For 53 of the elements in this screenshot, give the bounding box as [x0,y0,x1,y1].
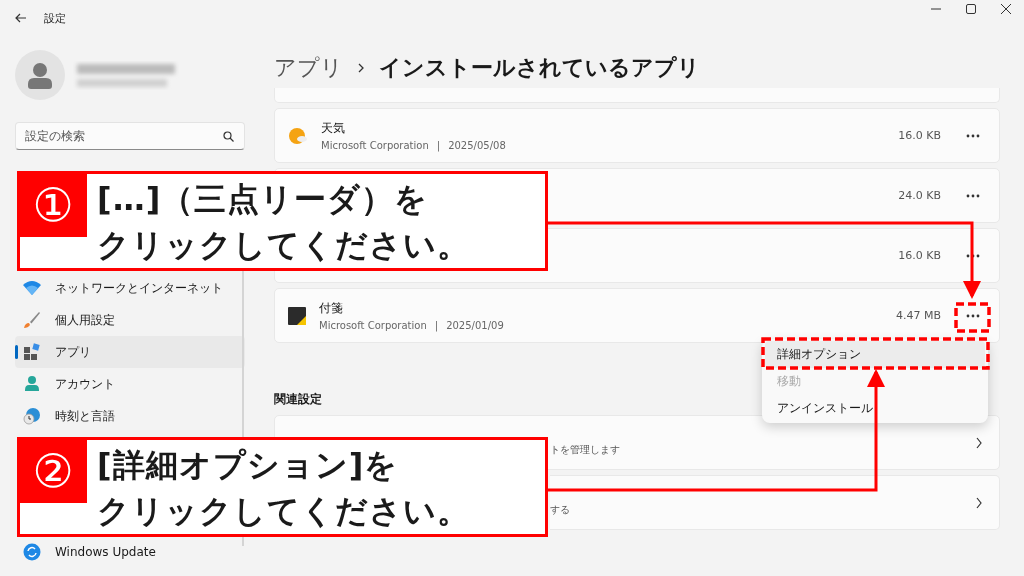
more-icon[interactable] [966,193,980,198]
globe-clock-icon [23,407,41,425]
app-size: 4.47 MB [895,309,941,322]
apps-icon [23,343,41,361]
menu-item[interactable]: 詳細オプション [765,341,985,368]
settings-row[interactable]: する [550,475,1000,530]
app-size: 16.0 KB [898,249,941,262]
step-number: ① [19,173,87,237]
more-icon[interactable] [966,313,980,318]
callout-text: クリックしてください。 [97,225,470,266]
search-icon [223,131,234,142]
sidebar-item[interactable]: Windows Update [15,538,245,566]
highlight-frame [954,302,991,333]
app-size: 24.0 KB [898,189,941,202]
chevron-icon [975,436,983,449]
close-icon[interactable] [1001,4,1011,14]
row-description: トを管理します [550,442,620,457]
more-icon[interactable] [966,133,980,138]
window-title: 設定 [44,10,66,26]
back-icon[interactable] [15,13,27,23]
step-number: ② [19,439,87,503]
search-field[interactable]: 設定の検索 [15,122,245,150]
app-size: 16.0 KB [898,129,941,142]
app-publisher: Microsoft Corporation [321,140,429,151]
page-title: インストールされているアプリ [379,54,700,82]
sticky-note-icon [288,306,306,325]
wifi-icon [23,280,41,296]
more-icon[interactable] [966,253,980,258]
callout-text: クリックしてください。 [97,491,470,532]
maximize-icon[interactable] [966,4,976,14]
app-date: 2025/01/09 [446,320,504,331]
chevron-icon [357,62,365,74]
sidebar-item[interactable]: 時刻と言語 [15,400,245,432]
person-icon [23,375,41,393]
row-description: する [550,502,570,517]
sidebar-item[interactable]: 個人用設定 [15,304,245,336]
separator-mark: | [436,140,441,151]
sidebar-item[interactable]: アカウント [15,368,245,400]
callout-text: […]（三点リーダ）を [97,179,430,220]
avatar-icon [15,50,65,100]
app-date: 2025/05/08 [448,140,506,151]
app-publisher: Microsoft Corporation [319,320,427,331]
app-name: 天気 [321,120,346,137]
sidebar-item[interactable]: ネットワークとインターネット [15,272,245,304]
section-heading: 関連設定 [274,391,322,408]
separator-mark: | [434,320,439,331]
sync-icon [23,543,41,561]
breadcrumb-link[interactable]: アプリ [274,53,343,83]
app-name: 付箋 [319,300,344,317]
paintbrush-icon [23,311,41,329]
chevron-icon [975,496,983,509]
sidebar-item[interactable]: アプリ [15,336,245,368]
sun-cloud-icon [288,125,308,146]
